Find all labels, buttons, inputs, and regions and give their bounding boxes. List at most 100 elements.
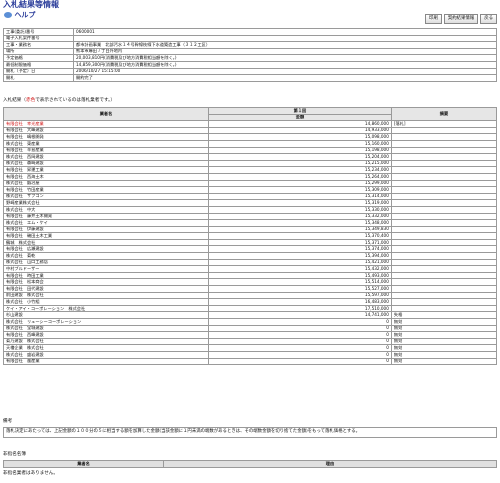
info-value: 14,859,300円(消費税及び地方消費税相当額を除く。): [73, 60, 497, 69]
bid-amount: 15,493,000: [208, 271, 392, 280]
result-row: 有限会社 広瀬建設 15,374,000: [3, 245, 498, 254]
info-label: 場所: [3, 47, 74, 56]
bidder-name: 有限会社 田代建設: [3, 285, 209, 293]
result-row: 有限会社 大峰建設 14,933,000: [3, 126, 498, 135]
bid-remark: [390, 153, 498, 161]
bid-amount: 15,198,000: [208, 146, 392, 155]
result-row: 有限会社 嶋根開発 15,098,000: [3, 133, 498, 141]
info-label: 工事(委託)番号: [3, 28, 74, 36]
result-row: 有限会社 嵐産業 0 無効: [3, 357, 498, 366]
nominee-empty: 非指名業者はありません。: [3, 471, 58, 476]
bid-remark: [390, 172, 498, 181]
info-value: 0600001: [73, 28, 497, 36]
bid-remark: [390, 258, 498, 267]
bid-amount: 15,371,000: [208, 238, 392, 247]
bid-amount: 15,319,000: [208, 199, 392, 207]
bid-amount: 15,314,000: [208, 192, 392, 201]
bid-amount: 15,349,830: [208, 225, 392, 234]
bidder-name: 株式会社 宝城建設: [3, 324, 209, 333]
bidder-name: 株式会社 菊乾: [3, 252, 209, 260]
bid-amount: 15,332,000: [208, 212, 392, 221]
bidder-name: 有限会社 嵐産業: [3, 357, 209, 366]
bid-remark: 無効: [390, 350, 498, 359]
bid-remark: [390, 139, 498, 148]
bidder-name: 有限会社 磯田土木工業: [3, 232, 209, 240]
bid-amount: 15,204,000: [208, 153, 392, 161]
result-row: 株式会社 森崎建設 15,215,000: [3, 159, 498, 168]
bid-remark: [390, 192, 498, 201]
result-row: 有限会社 藤井土木開発 15,332,000: [3, 212, 498, 221]
print-button[interactable]: 印刷: [425, 14, 442, 24]
bidder-name: 有限会社 西峰建設: [3, 331, 209, 339]
bid-remark: [390, 146, 498, 155]
bid-remark: [390, 298, 498, 306]
info-value: 2006/10/27 15:15:00: [73, 67, 497, 76]
header-amount: 金額: [208, 113, 392, 122]
result-row: 有限会社 昇運工業 15,234,000: [3, 166, 498, 174]
bid-amount: 15,299,000: [208, 179, 392, 188]
bid-amount: 15,348,000: [208, 219, 392, 227]
help-link[interactable]: ヘルプ: [4, 12, 35, 19]
bidder-name: 有限会社 辛島産業: [3, 146, 209, 155]
bidder-name: 有限会社 広瀬建設: [3, 245, 209, 254]
result-row: 中村ブルドーザー 15,432,000: [3, 265, 498, 273]
bid-amount: 0: [208, 318, 392, 326]
bidder-name: 株式会社 鍛冶屋: [3, 179, 209, 188]
bidder-name: 野崎産業株式会社: [3, 199, 209, 207]
result-row: 株式会社 菊乾 15,394,000: [3, 252, 498, 260]
bid-remark: [390, 232, 498, 240]
bidder-name: 有限会社 西海土木: [3, 172, 209, 181]
result-row: 株式会社 盛岩建設 0 無効: [3, 350, 498, 359]
result-row: 株式会社 西岡建設 15,204,000: [3, 153, 498, 161]
bid-amount: 15,374,000: [208, 245, 392, 254]
bid-remark: [390, 126, 498, 135]
info-row: 開札（予定）日 2006/10/27 15:15:00: [3, 67, 497, 76]
result-row: 株式会社 リューシーコーポレーション 0 無効: [3, 318, 498, 326]
remarks-label: 備考: [3, 419, 13, 424]
info-row: 工事(委託)番号 0600001: [3, 28, 497, 36]
bidder-name: 有限会社 藤井土木開発: [3, 212, 209, 221]
bidder-name: 株式会社 小竹組: [3, 298, 209, 306]
result-row: 天櫓企業 株式会社 0 無効: [3, 344, 498, 352]
bid-amount: 16,483,000: [208, 298, 392, 306]
info-label: 工事・業務名: [3, 41, 74, 49]
bid-remark: 無効: [390, 324, 498, 333]
bid-remark: [390, 291, 498, 300]
bid-amount: 0: [208, 337, 392, 346]
bidder-name: 株式会社 中大: [3, 205, 209, 214]
info-label: 開札（予定）日: [3, 67, 74, 76]
bid-amount: 15,309,000: [208, 186, 392, 194]
bid-remark: [390, 304, 498, 313]
bidder-name: 株式会社 盛岩建設: [3, 350, 209, 359]
header-bidder: 業者名: [3, 106, 209, 122]
info-row: 予定価格 20,003,810円(消費税及び地方消費税相当額を除く。): [3, 54, 497, 62]
bid-amount: 15,527,000: [208, 285, 392, 293]
contract-result-button[interactable]: 契約結果情報: [443, 14, 479, 24]
result-row: 株式会社 小竹組 16,483,000: [3, 298, 498, 306]
bid-results-table: 業者名 第１回 摘要 金額 有限会社 幸光産業 14,860,000 [落札] 有限会…: [3, 106, 498, 366]
result-row: 有限会社 幸光産業 14,860,000 [落札]: [3, 120, 498, 128]
bidder-name: 株式会社 森崎建設: [3, 159, 209, 168]
bid-remark: [390, 179, 498, 188]
bidder-name: 有限会社 嶋根開発: [3, 133, 209, 141]
bid-remark: [390, 238, 498, 247]
bidder-name: 杉山建設: [3, 311, 209, 319]
result-row: 有限会社 伊藤建設 15,349,830: [3, 225, 498, 234]
bid-amount: 15,098,000: [208, 133, 392, 141]
nominee-header-name: 業者名: [3, 460, 164, 468]
bid-amount: 15,394,000: [208, 252, 392, 260]
remarks-text: 落札決定にあたっては、上記金額の１００分の５に相当する額を加算した金額(当該金額…: [3, 427, 497, 438]
bid-remark: [390, 271, 498, 280]
info-row: 開札 開約完了: [3, 74, 497, 82]
back-button[interactable]: 戻る: [480, 14, 497, 24]
help-label: ヘルプ: [14, 11, 36, 19]
bidder-name: 有限会社 時田工業: [3, 271, 209, 280]
top-toolbar: 印刷 契約結果情報 戻る: [425, 14, 497, 24]
result-row: 鶴城 株式会社 15,371,000: [3, 238, 498, 247]
bidder-name: 中村ブルドーザー: [3, 265, 209, 273]
bid-remark: [390, 133, 498, 141]
result-row: 有限会社 松本商会 15,514,000: [3, 278, 498, 287]
bidder-name: 有限会社 昇運工業: [3, 166, 209, 174]
info-row: 最低制限価格 14,859,300円(消費税及び地方消費税相当額を除く。): [3, 60, 497, 69]
bidder-name: 有限会社 松本商会: [3, 278, 209, 287]
